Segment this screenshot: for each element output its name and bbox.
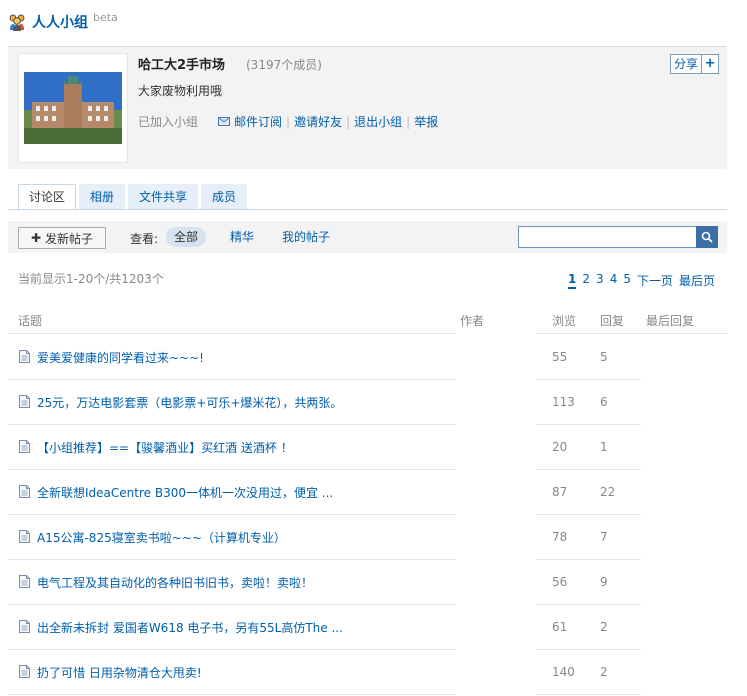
plus-icon: ✚ xyxy=(30,231,42,245)
page-5[interactable]: 5 xyxy=(623,272,631,289)
divider: | xyxy=(286,114,291,129)
search-box xyxy=(518,226,718,248)
tab-album[interactable]: 相册 xyxy=(79,184,126,209)
group-actions: 邮件订阅 | 邀请好友 | 退出小组 | 举报 xyxy=(218,113,438,130)
thread-replies: 6 xyxy=(600,395,608,409)
filter-all[interactable]: 全部 xyxy=(166,227,207,247)
search-input[interactable] xyxy=(519,227,697,247)
group-name[interactable]: 哈工大2手市场 xyxy=(138,54,225,73)
share-button[interactable]: 分享 xyxy=(671,55,703,73)
thread-row: 扔了可惜 日用杂物清仓大甩卖! 140 2 xyxy=(0,650,747,695)
col-author: 作者 xyxy=(460,314,485,328)
document-icon xyxy=(19,350,30,363)
thread-title-link[interactable]: 电气工程及其自动化的各种旧书旧书，卖啦！卖啦！ xyxy=(37,574,313,591)
people-group-icon xyxy=(9,14,25,31)
filter-featured[interactable]: 精华 xyxy=(222,227,262,247)
last-page-link[interactable]: 最后页 xyxy=(679,272,715,289)
beta-badge: beta xyxy=(93,10,118,24)
col-topic: 话题 xyxy=(18,314,43,328)
result-range: 当前显示1-20个/共1203个 xyxy=(18,272,164,286)
thread-replies: 1 xyxy=(600,440,608,454)
thread-views: 87 xyxy=(552,485,568,499)
thread-views: 20 xyxy=(552,440,568,454)
group-info-panel: 哈工大2手市场 (3197个成员) 大家废物利用哦 已加入小组 邮件订阅 | 邀… xyxy=(8,46,727,169)
tab-divider xyxy=(8,209,727,210)
thread-views: 55 xyxy=(552,350,568,364)
document-icon xyxy=(19,395,30,408)
report-link[interactable]: 举报 xyxy=(414,113,438,130)
new-post-button[interactable]: ✚ 发新帖子 xyxy=(18,227,106,249)
page-4[interactable]: 4 xyxy=(610,272,618,289)
thread-replies: 22 xyxy=(600,485,616,499)
page-2[interactable]: 2 xyxy=(582,272,590,289)
brand-header: 人人小组 beta xyxy=(8,10,118,34)
document-icon xyxy=(19,665,30,678)
divider: | xyxy=(346,114,351,129)
thread-title-link[interactable]: 全新联想IdeaCentre B300一体机一次没用过，便宜 ... xyxy=(37,484,333,501)
thread-views: 61 xyxy=(552,620,568,634)
pagination: 1 2 3 4 5 下一页 最后页 xyxy=(562,272,715,289)
filter-my-posts[interactable]: 我的帖子 xyxy=(274,227,338,247)
thread-replies: 7 xyxy=(600,530,608,544)
thread-title-link[interactable]: 【小组推荐】==【骏馨酒业】买红酒 送酒杯 ！ xyxy=(37,439,293,456)
thread-views: 78 xyxy=(552,530,568,544)
document-icon xyxy=(19,530,30,543)
col-views: 浏览 xyxy=(552,314,577,328)
search-icon xyxy=(701,231,713,243)
member-count: (3197个成员) xyxy=(246,58,322,72)
thread-row: 全新联想IdeaCentre B300一体机一次没用过，便宜 ... 87 22 xyxy=(0,470,747,515)
group-description: 大家废物利用哦 xyxy=(138,84,223,98)
search-button[interactable] xyxy=(696,226,718,248)
tab-discussion[interactable]: 讨论区 xyxy=(18,184,77,211)
header-divider xyxy=(8,333,456,334)
group-cover-image[interactable] xyxy=(18,53,128,163)
document-icon xyxy=(19,575,30,588)
tab-members[interactable]: 成员 xyxy=(201,184,248,209)
thread-views: 140 xyxy=(552,665,575,679)
share-plus-button[interactable]: + xyxy=(702,55,718,73)
thread-title-link[interactable]: A15公寓-825寝室卖书啦~~~（计算机专业） xyxy=(37,529,286,546)
thread-row: A15公寓-825寝室卖书啦~~~（计算机专业） 78 7 xyxy=(0,515,747,560)
header-divider xyxy=(536,333,727,334)
thread-row: 电气工程及其自动化的各种旧书旧书，卖啦！卖啦！ 56 9 xyxy=(0,560,747,605)
page-1[interactable]: 1 xyxy=(568,272,577,289)
thread-row: 出全新未拆封 爱国者W618 电子书，另有55L高仿The ... 61 2 xyxy=(0,605,747,650)
group-tabs: 讨论区 相册 文件共享 成员 xyxy=(18,184,250,211)
thread-title-link[interactable]: 出全新未拆封 爱国者W618 电子书，另有55L高仿The ... xyxy=(37,619,343,636)
mail-subscribe-link[interactable]: 邮件订阅 xyxy=(234,113,282,130)
thread-row: 25元，万达电影套票（电影票+可乐+爆米花），共两张。 113 6 xyxy=(0,380,747,425)
thread-replies: 2 xyxy=(600,665,608,679)
page-3[interactable]: 3 xyxy=(596,272,604,289)
document-icon xyxy=(19,440,30,453)
thread-title-link[interactable]: 爱美爱健康的同学看过来~~~! xyxy=(37,349,204,366)
thread-row: 【小组推荐】==【骏馨酒业】买红酒 送酒杯 ！ 20 1 xyxy=(0,425,747,470)
invite-friends-link[interactable]: 邀请好友 xyxy=(294,113,342,130)
thread-replies: 5 xyxy=(600,350,608,364)
tab-file-share[interactable]: 文件共享 xyxy=(128,184,199,209)
group-photo xyxy=(24,72,122,144)
divider: | xyxy=(406,114,411,129)
view-label: 查看: xyxy=(130,232,159,246)
row-divider xyxy=(536,694,641,695)
document-icon xyxy=(19,620,30,633)
brand-title[interactable]: 人人小组 xyxy=(32,12,88,32)
col-replies: 回复 xyxy=(600,314,625,328)
joined-status: 已加入小组 xyxy=(138,115,199,129)
discussion-toolbar: ✚ 发新帖子 查看: 全部 精华 我的帖子 xyxy=(8,221,727,253)
thread-title-link[interactable]: 25元，万达电影套票（电影票+可乐+爆米花），共两张。 xyxy=(37,394,342,411)
thread-views: 113 xyxy=(552,395,575,409)
leave-group-link[interactable]: 退出小组 xyxy=(354,113,402,130)
thread-title-link[interactable]: 扔了可惜 日用杂物清仓大甩卖! xyxy=(37,664,202,681)
next-page-link[interactable]: 下一页 xyxy=(637,272,673,289)
col-last-reply: 最后回复 xyxy=(646,314,695,328)
new-post-label: 发新帖子 xyxy=(45,231,94,246)
share-control: 分享 + xyxy=(670,54,720,74)
mail-icon xyxy=(218,117,230,126)
document-icon xyxy=(19,485,30,498)
thread-views: 56 xyxy=(552,575,568,589)
thread-row: 爱美爱健康的同学看过来~~~! 55 5 xyxy=(0,335,747,380)
thread-replies: 9 xyxy=(600,575,608,589)
row-divider xyxy=(8,694,456,695)
thread-replies: 2 xyxy=(600,620,608,634)
